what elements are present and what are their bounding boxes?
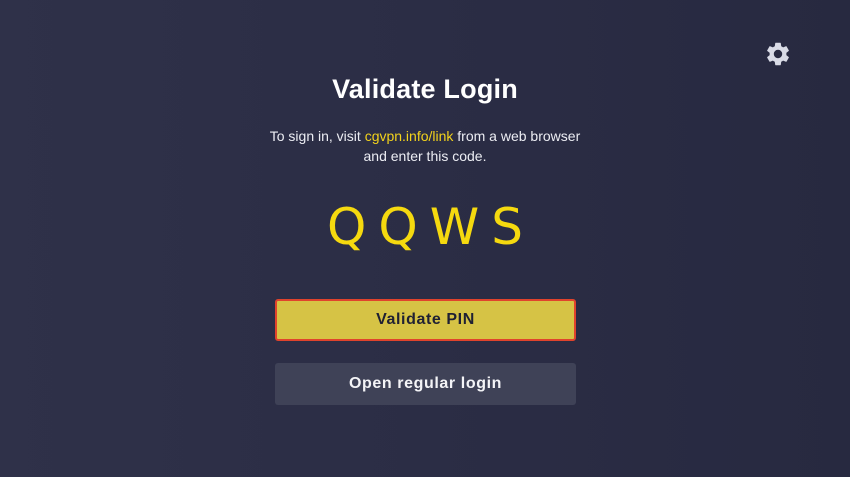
instructions-suffix: from a web browser: [453, 128, 581, 144]
gear-icon: [767, 42, 789, 66]
page-title: Validate Login: [332, 74, 518, 104]
validate-login-screen: Validate Login To sign in, visit cgvpn.i…: [0, 0, 850, 477]
activation-code: QQWS: [327, 198, 535, 256]
instructions-prefix: To sign in, visit: [269, 128, 365, 144]
settings-button[interactable]: [764, 40, 792, 68]
activation-link: cgvpn.info/link: [364, 128, 454, 144]
validate-pin-button[interactable]: Validate PIN: [275, 299, 576, 341]
instructions-line-2: and enter this code.: [363, 148, 487, 164]
sign-in-instructions: To sign in, visit cgvpn.info/link from a…: [0, 126, 850, 166]
open-regular-login-button[interactable]: Open regular login: [275, 363, 576, 405]
instructions-line-1: To sign in, visit cgvpn.info/link from a…: [0, 126, 850, 146]
